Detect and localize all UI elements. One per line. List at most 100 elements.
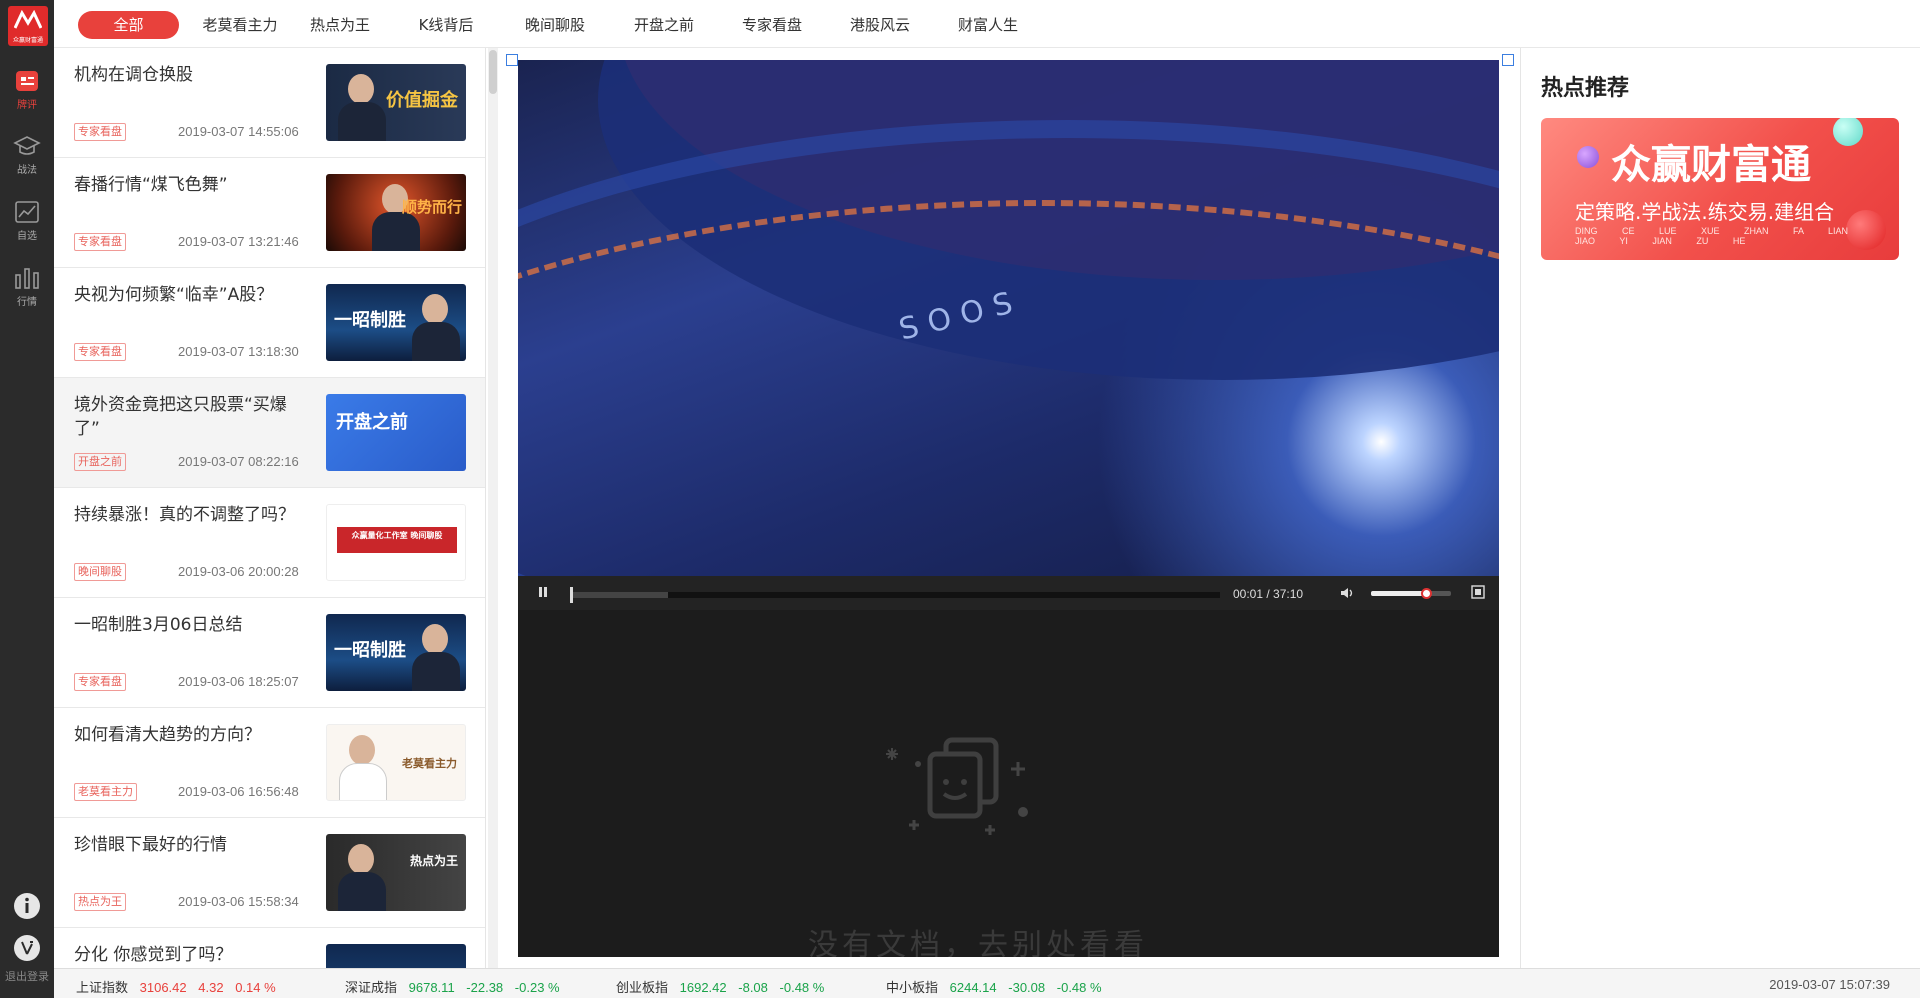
thumbnail-text: 顺势而行 bbox=[401, 198, 462, 216]
index-change: -22.38 bbox=[466, 980, 504, 995]
trend-chart-icon bbox=[13, 199, 41, 225]
app-logo[interactable]: 众赢财富通 bbox=[8, 6, 48, 46]
item-thumbnail bbox=[326, 944, 466, 968]
document-area: 没有文档，去别处看看 bbox=[518, 610, 1499, 957]
graduation-cap-icon bbox=[13, 133, 41, 159]
tab-laomo[interactable]: 老莫看主力 bbox=[190, 11, 290, 39]
item-tag: 专家看盘 bbox=[74, 123, 126, 141]
index-name: 深证成指 bbox=[345, 981, 398, 996]
info-icon bbox=[14, 893, 40, 919]
thumbnail-text: 一昭制胜 bbox=[334, 640, 406, 661]
promo-banner[interactable]: 众赢财富通 定策略.学战法.练交易.建组合 DING CE LUE XUE ZH… bbox=[1541, 118, 1899, 260]
buffer-bar bbox=[570, 592, 668, 598]
rail-label: 行情 bbox=[17, 297, 37, 308]
index-percent: -0.48 % bbox=[1056, 980, 1102, 995]
item-title: 春播行情“煤飞色舞” bbox=[74, 175, 228, 195]
index-item[interactable]: 上证指数 3106.42 4.32 0.14 % bbox=[76, 977, 276, 996]
index-item[interactable]: 中小板指 6244.14 -30.08 -0.48 % bbox=[886, 977, 1102, 996]
tab-kline[interactable]: K线背后 bbox=[406, 11, 486, 39]
list-item[interactable]: 一昭制胜3月06日总结 专家看盘 2019-03-06 18:25:07 一昭制… bbox=[54, 598, 485, 708]
item-tag: 专家看盘 bbox=[74, 673, 126, 691]
presenter-face bbox=[422, 294, 448, 324]
hot-recommend-heading: 热点推荐 bbox=[1541, 76, 1630, 101]
logo-text: 众赢财富通 bbox=[12, 38, 43, 44]
index-item[interactable]: 深证成指 9678.11 -22.38 -0.23 % bbox=[345, 977, 560, 996]
item-time: 2019-03-06 18:25:07 bbox=[178, 674, 299, 689]
player-controls: 00:01 / 37:10 bbox=[518, 576, 1499, 610]
time-display: 00:01 / 37:10 bbox=[1233, 587, 1304, 601]
presenter-face bbox=[348, 844, 374, 874]
index-name: 中小板指 bbox=[886, 981, 939, 996]
thumbnail-text: 众赢量化工作室 晚间聊股 bbox=[351, 531, 443, 540]
list-item[interactable]: 如何看清大趋势的方向？ 老莫看主力 2019-03-06 16:56:48 老莫… bbox=[54, 708, 485, 818]
rail-item-tactics[interactable]: 战法 bbox=[0, 133, 54, 189]
item-tag: 晚间聊股 bbox=[74, 563, 126, 581]
item-thumbnail: 老莫看主力 bbox=[326, 724, 466, 801]
item-title: 珍惜眼下最好的行情 bbox=[74, 835, 227, 855]
volume-button[interactable] bbox=[1340, 586, 1356, 603]
item-time: 2019-03-07 13:18:30 bbox=[178, 344, 299, 359]
logout-label: 退出登录 bbox=[5, 970, 49, 983]
video-list: 机构在调仓换股 专家看盘 2019-03-07 14:55:06 价值掘金 春播… bbox=[54, 48, 486, 968]
rail-item-watchlist[interactable]: 自选 bbox=[0, 199, 54, 255]
tab-expert[interactable]: 专家看盘 bbox=[732, 11, 812, 39]
list-item[interactable]: 分化 你感觉到了吗？ bbox=[54, 928, 485, 968]
pause-button[interactable] bbox=[538, 586, 548, 601]
fullscreen-button[interactable] bbox=[1471, 585, 1485, 602]
item-thumbnail: 价值掘金 bbox=[326, 64, 466, 141]
item-title: 机构在调仓换股 bbox=[74, 65, 193, 85]
rail-label: 自选 bbox=[17, 231, 37, 242]
item-time: 2019-03-06 15:58:34 bbox=[178, 894, 299, 909]
list-scrollbar[interactable] bbox=[488, 48, 498, 968]
no-document-text: 没有文档，去别处看看 bbox=[808, 928, 1148, 957]
logout-button[interactable] bbox=[0, 934, 54, 967]
item-time: 2019-03-06 20:00:28 bbox=[178, 564, 299, 579]
index-value: 9678.11 bbox=[408, 980, 455, 995]
volume-knob[interactable] bbox=[1421, 588, 1432, 599]
index-value: 6244.14 bbox=[949, 980, 997, 995]
pause-icon bbox=[539, 587, 547, 597]
list-item[interactable]: 春播行情“煤飞色舞” 专家看盘 2019-03-07 13:21:46 顺势而行 bbox=[54, 158, 485, 268]
video-frame[interactable]: SOOS bbox=[518, 60, 1499, 576]
resize-handle-left[interactable] bbox=[506, 54, 518, 66]
item-time: 2019-03-07 13:21:46 bbox=[178, 234, 299, 249]
scrollbar-thumb[interactable] bbox=[489, 50, 497, 94]
presenter-face bbox=[349, 735, 375, 765]
list-item[interactable]: 持续暴涨！真的不调整了吗？ 晚间聊股 2019-03-06 20:00:28 众… bbox=[54, 488, 485, 598]
category-tabs: 全部 老莫看主力 热点为王 K线背后 晚间聊股 开盘之前 专家看盘 港股风云 财… bbox=[54, 0, 1920, 48]
item-time: 2019-03-07 14:55:06 bbox=[178, 124, 299, 139]
tab-evening[interactable]: 晚间聊股 bbox=[515, 11, 595, 39]
banner-bubble bbox=[1833, 118, 1863, 146]
list-item[interactable]: 央视为何频繁“临幸”A股？ 专家看盘 2019-03-07 13:18:30 一… bbox=[54, 268, 485, 378]
progress-bar[interactable] bbox=[570, 587, 1220, 603]
item-thumbnail: 开盘之前 bbox=[326, 394, 466, 471]
index-value: 1692.42 bbox=[679, 980, 727, 995]
item-tag: 开盘之前 bbox=[74, 453, 126, 471]
thumbnail-text: 老莫看主力 bbox=[402, 757, 457, 770]
video-dotted-ring bbox=[518, 200, 1499, 576]
banner-subtitle: 定策略.学战法.练交易.建组合 bbox=[1575, 200, 1835, 224]
fullscreen-icon bbox=[1471, 585, 1485, 599]
index-change: -30.08 bbox=[1008, 980, 1046, 995]
index-change: 4.32 bbox=[198, 980, 224, 995]
tab-all[interactable]: 全部 bbox=[78, 11, 179, 39]
info-button[interactable] bbox=[0, 892, 54, 925]
rail-item-market[interactable]: 行情 bbox=[0, 265, 54, 321]
item-tag: 专家看盘 bbox=[74, 233, 126, 251]
bar-chart-icon bbox=[13, 265, 41, 291]
tab-hotspot[interactable]: 热点为王 bbox=[300, 11, 380, 39]
tab-wealth[interactable]: 财富人生 bbox=[948, 11, 1028, 39]
item-thumbnail: 一昭制胜 bbox=[326, 614, 466, 691]
tab-hk[interactable]: 港股风云 bbox=[840, 11, 920, 39]
resize-handle-right[interactable] bbox=[1502, 54, 1514, 66]
presenter-face bbox=[422, 624, 448, 654]
index-value: 3106.42 bbox=[139, 980, 187, 995]
list-item[interactable]: 珍惜眼下最好的行情 热点为王 2019-03-06 15:58:34 热点为王 bbox=[54, 818, 485, 928]
index-item[interactable]: 创业板指 1692.42 -8.08 -0.48 % bbox=[616, 977, 824, 996]
progress-knob[interactable] bbox=[570, 587, 574, 603]
volume-slider[interactable] bbox=[1371, 588, 1451, 599]
list-item[interactable]: 机构在调仓换股 专家看盘 2019-03-07 14:55:06 价值掘金 bbox=[54, 48, 485, 158]
tab-preopen[interactable]: 开盘之前 bbox=[624, 11, 704, 39]
rail-item-news[interactable]: 牌评 bbox=[0, 68, 54, 124]
list-item[interactable]: 境外资金竟把这只股票“买爆了” 开盘之前 2019-03-07 08:22:16… bbox=[54, 378, 485, 488]
